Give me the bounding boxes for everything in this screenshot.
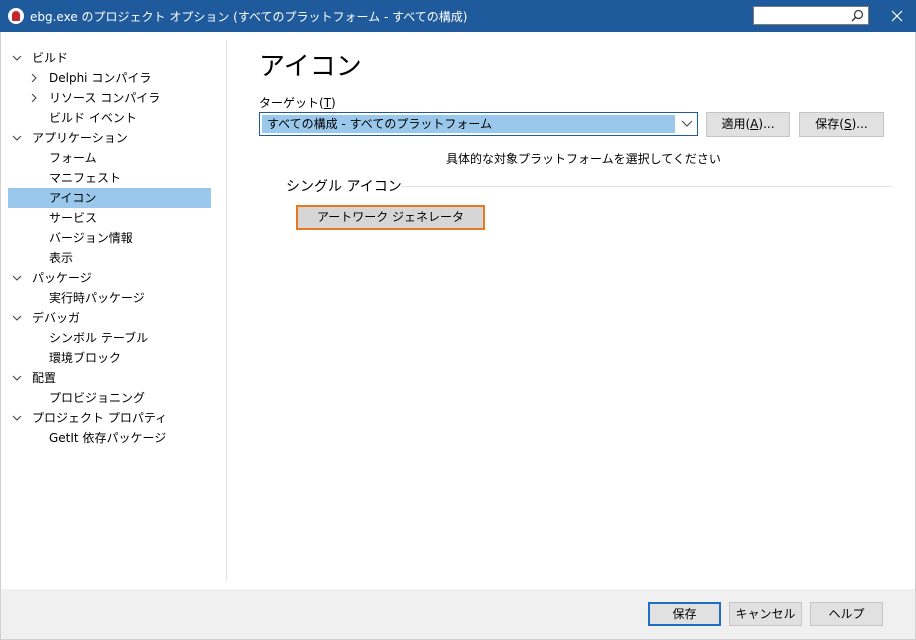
tree-item-label: 実行時パッケージ xyxy=(49,291,145,305)
tree-item[interactable]: 環境ブロック xyxy=(0,348,226,368)
search-icon[interactable] xyxy=(851,9,864,22)
target-label: ターゲット(T) xyxy=(259,96,336,110)
tree-item[interactable]: Delphi コンパイラ xyxy=(0,68,226,88)
tree-item-label: 環境ブロック xyxy=(49,351,122,365)
target-select[interactable]: すべての構成 - すべてのプラットフォーム xyxy=(259,112,698,136)
cancel-button[interactable]: キャンセル xyxy=(729,602,802,626)
tree-item[interactable]: アプリケーション xyxy=(0,128,226,148)
tree-item[interactable]: デバッガ xyxy=(0,308,226,328)
chevron-down-icon[interactable] xyxy=(12,414,22,422)
app-logo-icon xyxy=(8,8,24,24)
tree-item-label: GetIt 依存パッケージ xyxy=(49,431,167,445)
tree-item[interactable]: フォーム xyxy=(0,148,226,168)
artwork-generator-button[interactable]: アートワーク ジェネレータ xyxy=(296,205,485,230)
window-title: ebg.exe のプロジェクト オプション (すべてのプラットフォーム - すべ… xyxy=(30,10,468,24)
chevron-down-icon[interactable] xyxy=(681,120,693,128)
tree-item[interactable]: 配置 xyxy=(0,368,226,388)
target-select-value: すべての構成 - すべてのプラットフォーム xyxy=(262,115,675,133)
platform-hint: 具体的な対象プラットフォームを選択してください xyxy=(446,152,721,166)
save-button[interactable]: 保存 xyxy=(648,602,721,626)
tree-item[interactable]: 表示 xyxy=(0,248,226,268)
close-icon[interactable] xyxy=(891,10,903,22)
tree-item-label: サービス xyxy=(49,211,98,225)
tree-item-label: Delphi コンパイラ xyxy=(49,71,152,85)
tree-item[interactable]: プロジェクト プロパティ xyxy=(0,408,226,428)
section-heading: シングル アイコン xyxy=(286,179,402,195)
tree-item[interactable]: バージョン情報 xyxy=(0,228,226,248)
tree-item-label: バージョン情報 xyxy=(49,231,133,245)
tree-item-label: プロジェクト プロパティ xyxy=(32,411,168,425)
tree-item[interactable]: マニフェスト xyxy=(0,168,226,188)
chevron-down-icon[interactable] xyxy=(12,374,22,382)
tree-item[interactable]: リソース コンパイラ xyxy=(0,88,226,108)
page-title: アイコン xyxy=(259,52,362,82)
tree-item[interactable]: ビルド xyxy=(0,48,226,68)
section-divider xyxy=(402,186,892,187)
tree-item[interactable]: GetIt 依存パッケージ xyxy=(0,428,226,448)
options-tree: ビルド Delphi コンパイラ リソース コンパイラ ビルド イベントアプリケーショ… xyxy=(0,48,226,448)
apply-button[interactable]: 適用(A)... xyxy=(706,112,790,137)
chevron-right-icon[interactable] xyxy=(29,74,39,82)
tree-item-label: 配置 xyxy=(32,371,57,385)
help-button[interactable]: ヘルプ xyxy=(810,602,883,626)
tree-item[interactable]: ビルド イベント xyxy=(0,108,226,128)
chevron-down-icon[interactable] xyxy=(12,274,22,282)
chevron-down-icon[interactable] xyxy=(12,314,22,322)
tree-item-label: プロビジョニング xyxy=(49,391,146,405)
tree-item[interactable]: シンボル テーブル xyxy=(0,328,226,348)
chevron-down-icon[interactable] xyxy=(12,54,22,62)
tree-item-label: パッケージ xyxy=(32,271,92,285)
chevron-right-icon[interactable] xyxy=(29,94,39,102)
tree-item-label: 表示 xyxy=(49,251,74,265)
tree-item[interactable]: 実行時パッケージ xyxy=(0,288,226,308)
tree-item[interactable]: サービス xyxy=(0,208,226,228)
tree-item-label: ビルド イベント xyxy=(49,111,137,125)
search-input[interactable] xyxy=(753,6,869,25)
tree-item-label: フォーム xyxy=(49,151,97,165)
tree-item-label: デバッガ xyxy=(32,311,81,325)
tree-item[interactable]: アイコン xyxy=(8,188,211,208)
title-bar: ebg.exe のプロジェクト オプション (すべてのプラットフォーム - すべ… xyxy=(0,0,916,32)
tree-item-label: ビルド xyxy=(32,51,69,65)
tree-item-label: マニフェスト xyxy=(49,171,122,185)
tree-item-label: アプリケーション xyxy=(32,131,128,145)
tree-item-label: アイコン xyxy=(49,191,97,205)
tree-item[interactable]: パッケージ xyxy=(0,268,226,288)
tree-item[interactable]: プロビジョニング xyxy=(0,388,226,408)
tree-item-label: シンボル テーブル xyxy=(49,331,149,345)
chevron-down-icon[interactable] xyxy=(12,134,22,142)
save-target-button[interactable]: 保存(S)... xyxy=(799,112,884,137)
tree-item-label: リソース コンパイラ xyxy=(49,91,161,105)
pane-divider xyxy=(226,40,227,581)
